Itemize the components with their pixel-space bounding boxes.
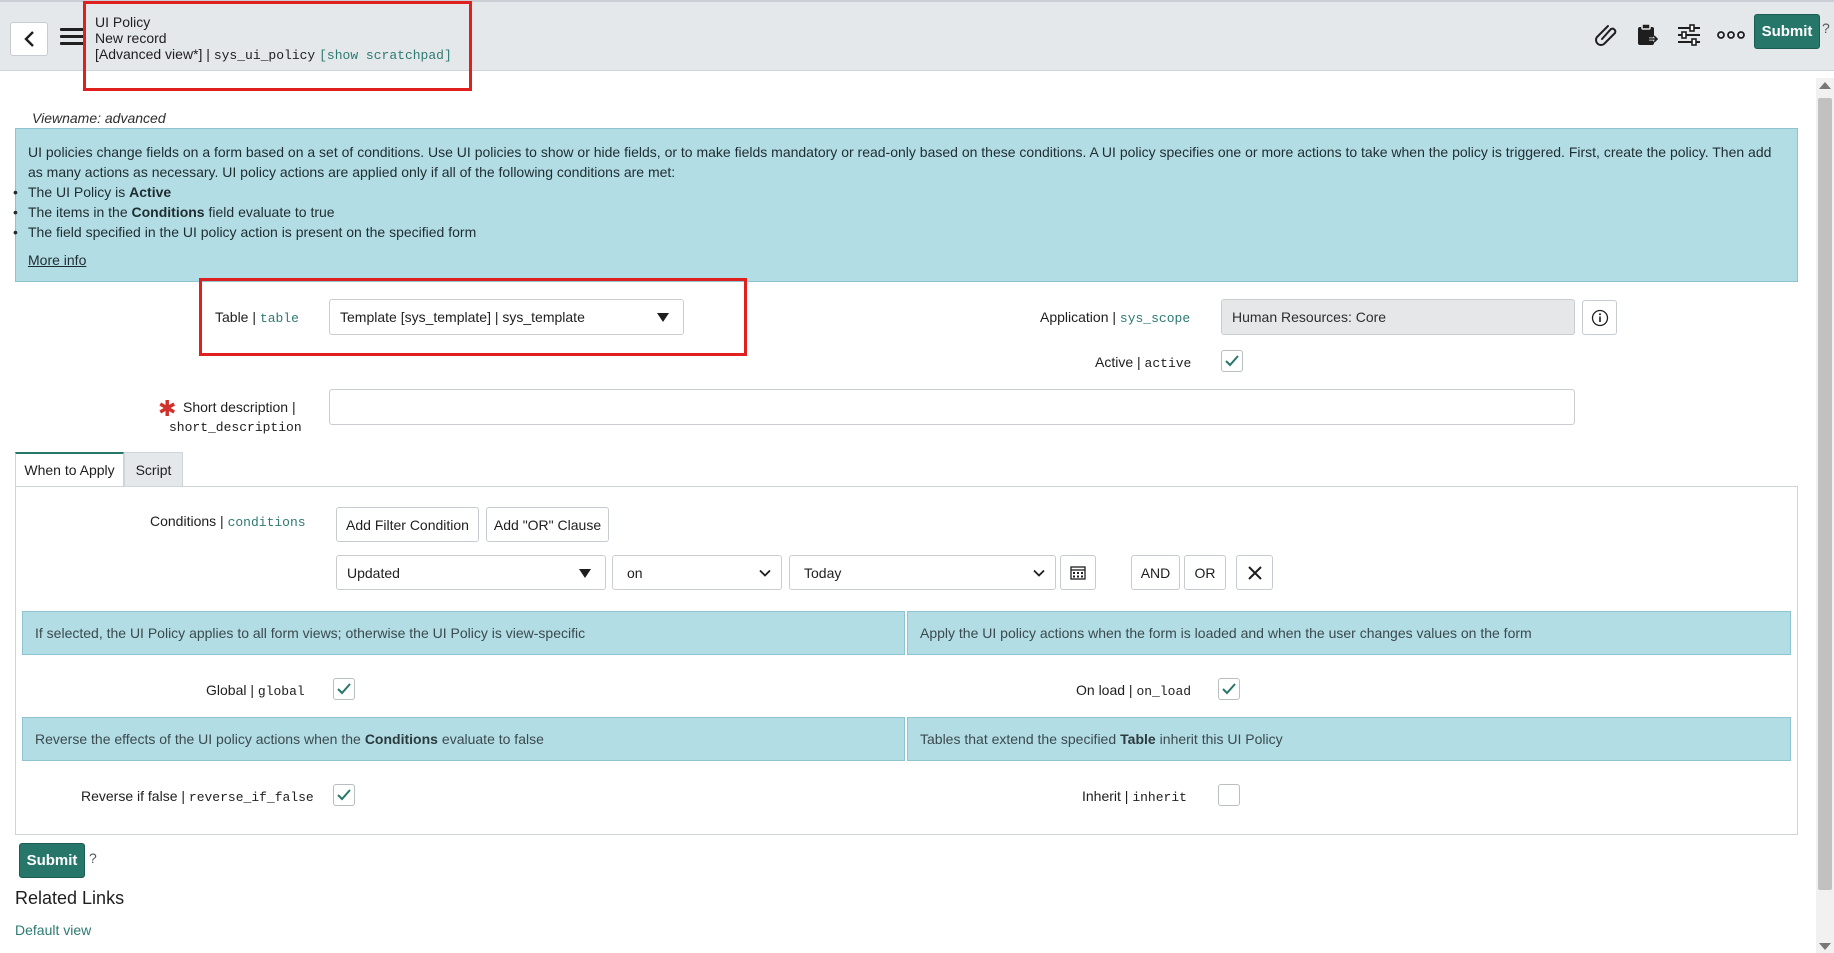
- close-icon: [1247, 565, 1262, 580]
- short-description-label: Short description |: [183, 399, 296, 415]
- info-bullet-active: The UI Policy is Active: [13, 182, 1797, 202]
- application-field: Human Resources: Core: [1221, 299, 1575, 335]
- required-asterisk-icon: ✱: [158, 396, 177, 421]
- personalize-button[interactable]: [1672, 18, 1706, 52]
- global-checkbox[interactable]: [333, 678, 355, 700]
- active-checkbox[interactable]: [1221, 350, 1243, 372]
- check-icon: [337, 683, 351, 695]
- template-bar-button[interactable]: [1630, 18, 1664, 52]
- on-load-checkbox[interactable]: [1218, 678, 1240, 700]
- or-condition-button[interactable]: OR: [1184, 555, 1226, 590]
- related-links-heading: Related Links: [15, 888, 125, 908]
- default-view-link[interactable]: Default view: [15, 922, 91, 938]
- dropdown-triangle-icon: [579, 568, 591, 578]
- active-label: Active | active: [1095, 354, 1192, 371]
- condition-operator-select[interactable]: on: [612, 555, 782, 590]
- back-button[interactable]: [10, 22, 48, 56]
- add-filter-condition-button[interactable]: Add Filter Condition: [336, 507, 479, 542]
- back-icon: [24, 31, 34, 47]
- inherit-hint: Tables that extend the specified Table i…: [907, 717, 1791, 761]
- chevron-down-icon: [1033, 569, 1045, 577]
- settings-sliders-icon: [1678, 24, 1700, 46]
- scrollbar-thumb[interactable]: [1818, 98, 1832, 890]
- calendar-icon: [1070, 565, 1086, 580]
- highlight-box-title: [83, 1, 472, 91]
- menu-icon[interactable]: [60, 28, 84, 48]
- info-description: UI policies change fields on a form base…: [28, 144, 1772, 180]
- more-icon: [1717, 31, 1745, 39]
- ui-policy-info-box: UI policies change fields on a form base…: [13, 128, 1798, 282]
- reverse-if-false-checkbox[interactable]: [333, 784, 355, 806]
- check-icon: [1222, 683, 1236, 695]
- global-hint: If selected, the UI Policy applies to al…: [22, 611, 905, 655]
- info-bullet-field: The field specified in the UI policy act…: [13, 222, 1797, 242]
- application-label: Application | sys_scope: [1040, 309, 1191, 326]
- reverse-if-false-label: Reverse if false | reverse_if_false: [81, 788, 314, 805]
- inherit-checkbox[interactable]: [1218, 784, 1240, 806]
- application-info-button[interactable]: [1582, 300, 1617, 335]
- chevron-down-icon: [759, 569, 771, 577]
- more-options-button[interactable]: [1714, 18, 1748, 52]
- inherit-label: Inherit | inherit: [1082, 788, 1187, 805]
- date-picker-button[interactable]: [1060, 555, 1096, 590]
- header-help-mark[interactable]: ?: [1822, 20, 1830, 36]
- attachment-button[interactable]: [1590, 18, 1624, 52]
- viewname-label: Viewname: advanced: [32, 110, 166, 126]
- footer-submit-button[interactable]: Submit: [19, 843, 85, 878]
- when-to-apply-panel: [15, 486, 1798, 835]
- footer-help-mark[interactable]: ?: [89, 850, 97, 866]
- check-icon: [1225, 355, 1239, 367]
- info-bullet-list: The UI Policy is Active The items in the…: [13, 182, 1797, 242]
- on-load-hint: Apply the UI policy actions when the for…: [907, 611, 1791, 655]
- short-description-input[interactable]: [329, 389, 1575, 425]
- info-icon: [1591, 309, 1608, 326]
- short-description-field-name: short_description: [169, 420, 302, 435]
- tab-when-to-apply[interactable]: When to Apply: [15, 452, 124, 486]
- info-bullet-conditions: The items in the Conditions field evalua…: [13, 202, 1797, 222]
- reverse-if-false-hint: Reverse the effects of the UI policy act…: [22, 717, 905, 761]
- and-condition-button[interactable]: AND: [1131, 555, 1180, 590]
- conditions-label: Conditions | conditions: [150, 513, 306, 530]
- global-label: Global | global: [206, 682, 305, 699]
- paperclip-icon: [1595, 25, 1617, 46]
- condition-value-select[interactable]: Today: [789, 555, 1056, 590]
- delete-condition-button[interactable]: [1236, 555, 1273, 590]
- add-or-clause-button[interactable]: Add "OR" Clause: [486, 507, 609, 542]
- scroll-up-arrow[interactable]: [1819, 82, 1831, 89]
- on-load-label: On load | on_load: [1076, 682, 1192, 699]
- highlight-box-table: [199, 278, 747, 356]
- check-icon: [337, 789, 351, 801]
- tab-script[interactable]: Script: [124, 452, 183, 486]
- condition-field-select[interactable]: Updated: [336, 555, 606, 590]
- clipboard-icon: [1638, 23, 1660, 45]
- scroll-down-arrow[interactable]: [1819, 943, 1831, 950]
- header-submit-button[interactable]: Submit: [1754, 14, 1820, 49]
- more-info-link[interactable]: More info: [28, 250, 86, 270]
